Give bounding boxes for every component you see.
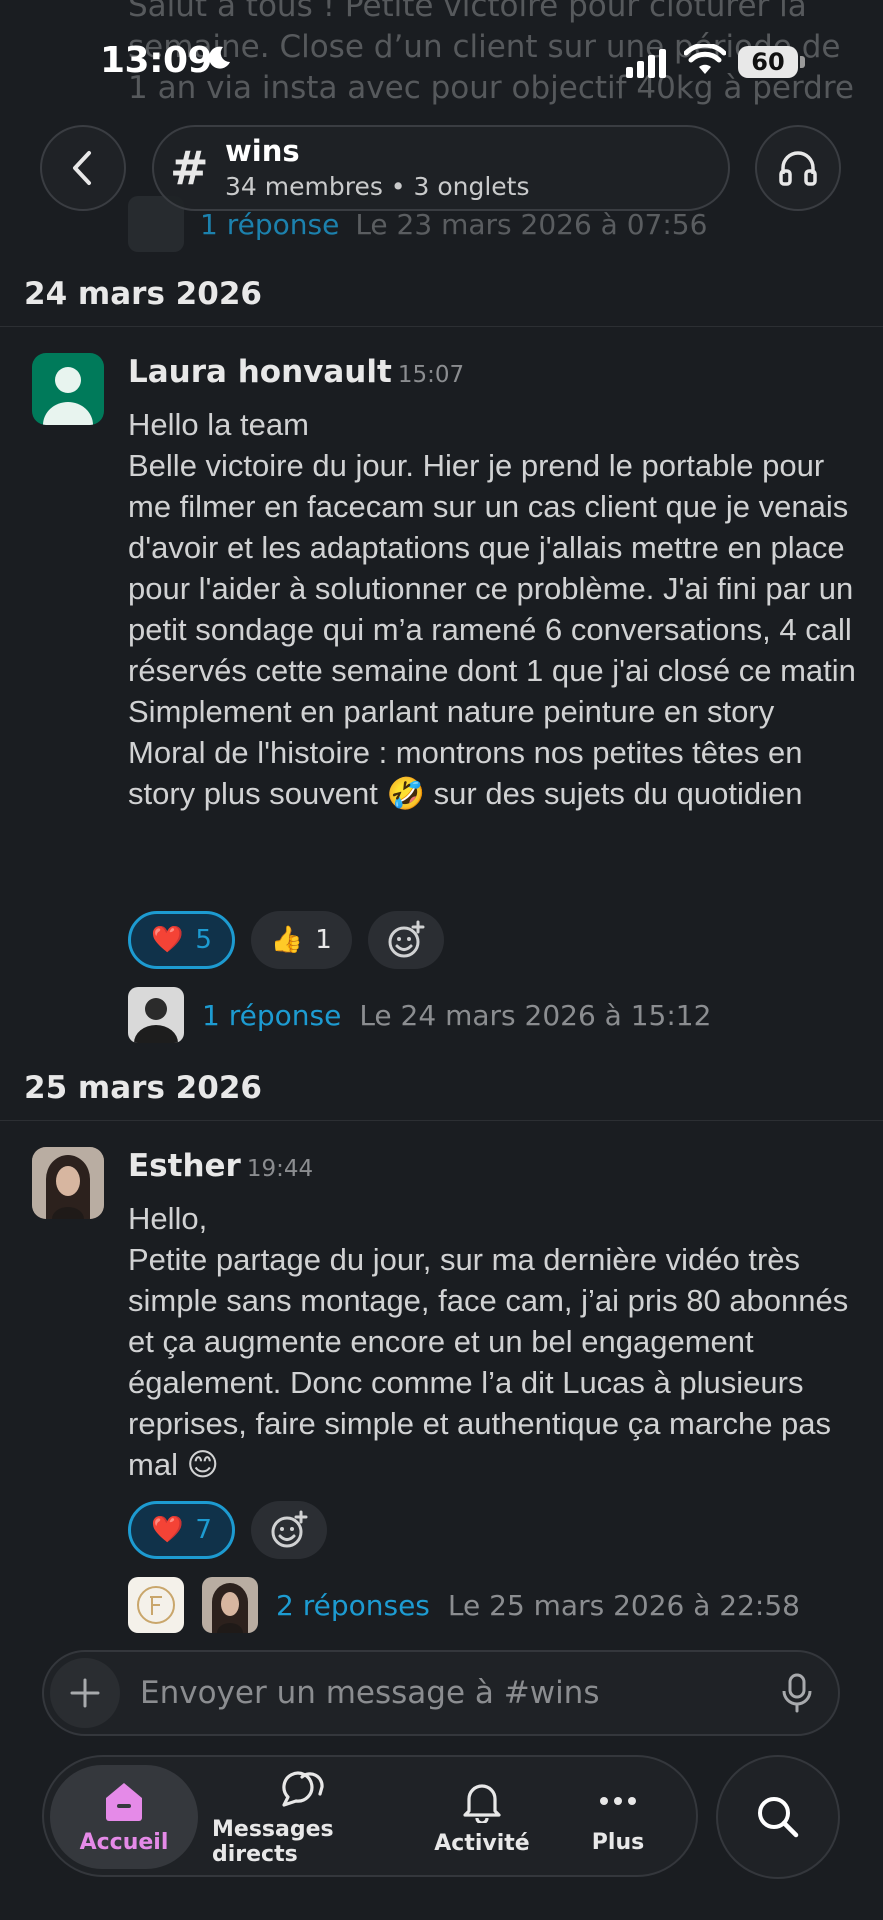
reaction-count: 5 <box>195 925 212 955</box>
attach-button[interactable] <box>50 1658 120 1728</box>
headphones-icon <box>779 151 817 186</box>
search-icon <box>758 1797 799 1838</box>
battery-tip <box>800 56 805 68</box>
back-button[interactable] <box>40 125 126 211</box>
message-sender[interactable]: Laura honvault 15:07 <box>128 354 464 390</box>
status-time: 13:09 <box>100 40 213 81</box>
message-time: 19:44 <box>246 1156 314 1182</box>
thread-last-reply: Le 24 mars 2026 à 15:12 <box>359 998 712 1032</box>
message-body: Hello la team Belle victoire du jour. Hi… <box>128 407 856 811</box>
tab-label: Messages directs <box>212 1817 334 1867</box>
thread-reply-count[interactable]: 2 réponses <box>276 1589 430 1622</box>
reaction-heart[interactable]: ❤️ 7 <box>128 1501 235 1559</box>
reactions: ❤️ 7 <box>128 1501 327 1559</box>
previous-reply-time: Le 23 mars 2026 à 07:56 <box>355 207 708 241</box>
channel-name[interactable]: wins <box>225 134 300 168</box>
day-divider-label: 25 mars 2026 <box>24 1070 262 1106</box>
day-divider-line <box>0 326 883 327</box>
tab-more[interactable]: Plus <box>568 1765 668 1869</box>
reactions: ❤️ 5 👍 1 <box>128 911 444 969</box>
replier-avatar <box>128 1577 184 1633</box>
home-icon <box>106 1782 142 1821</box>
tab-home[interactable]: Accueil <box>50 1765 198 1869</box>
tab-activity[interactable]: Activité <box>420 1765 544 1869</box>
huddle-button[interactable] <box>755 125 841 211</box>
battery-indicator: 60 <box>738 46 798 78</box>
cell-signal-icon <box>626 48 666 78</box>
message-body: Hello, Petite partage du jour, sur ma de… <box>128 1201 849 1482</box>
tab-label: Accueil <box>79 1829 169 1855</box>
add-emoji-icon <box>271 1510 308 1548</box>
bell-icon <box>463 1783 501 1823</box>
message-input[interactable]: Envoyer un message à #wins <box>140 1675 599 1711</box>
moon-icon <box>208 46 230 69</box>
day-divider-label: 24 mars 2026 <box>24 276 262 312</box>
search-button[interactable] <box>716 1755 840 1879</box>
reaction-emoji: 👍 <box>270 925 304 955</box>
replier-avatar <box>202 1577 258 1633</box>
thread-reply-count[interactable]: 1 réponse <box>202 999 341 1032</box>
thread-last-reply: Le 25 mars 2026 à 22:58 <box>447 1588 800 1622</box>
chat-bubbles-icon <box>282 1771 324 1807</box>
tab-label: Plus <box>591 1829 645 1855</box>
avatar[interactable] <box>32 1147 104 1219</box>
previous-reply-count[interactable]: 1 réponse <box>200 208 339 241</box>
channel-meta: 34 membres • 3 onglets <box>225 172 530 201</box>
reaction-emoji: ❤️ <box>151 925 184 955</box>
thread-summary[interactable]: 1 réponse Le 24 mars 2026 à 15:12 <box>128 987 711 1043</box>
ellipsis-icon <box>600 1796 636 1805</box>
day-divider-line <box>0 1120 883 1121</box>
message-sender[interactable]: Esther 19:44 <box>128 1148 313 1184</box>
message-time: 15:07 <box>397 362 465 388</box>
reaction-count: 7 <box>195 1515 212 1545</box>
add-reaction-button[interactable] <box>367 911 444 969</box>
reaction-count: 1 <box>315 925 332 955</box>
default-user-icon <box>43 367 93 425</box>
tab-label: Activité <box>434 1830 530 1856</box>
reaction-thumbs-up[interactable]: 👍 1 <box>250 911 352 969</box>
sender-name[interactable]: Esther <box>128 1148 241 1184</box>
reaction-emoji: ❤️ <box>151 1515 184 1545</box>
thread-summary[interactable]: 2 réponses Le 25 mars 2026 à 22:58 <box>128 1577 800 1633</box>
avatar[interactable] <box>32 353 104 425</box>
reaction-heart[interactable]: ❤️ 5 <box>128 911 235 969</box>
tab-direct-messages[interactable]: Messages directs <box>212 1765 392 1869</box>
user-photo <box>32 1147 104 1219</box>
replier-avatar <box>128 987 184 1043</box>
wifi-icon <box>684 44 726 74</box>
microphone-icon[interactable] <box>780 1672 814 1714</box>
add-emoji-icon <box>388 920 425 958</box>
sender-name[interactable]: Laura honvault <box>128 354 392 390</box>
add-reaction-button[interactable] <box>250 1501 327 1559</box>
chevron-left-icon <box>73 151 91 185</box>
plus-icon <box>70 1678 100 1708</box>
hash-icon: # <box>170 141 209 195</box>
